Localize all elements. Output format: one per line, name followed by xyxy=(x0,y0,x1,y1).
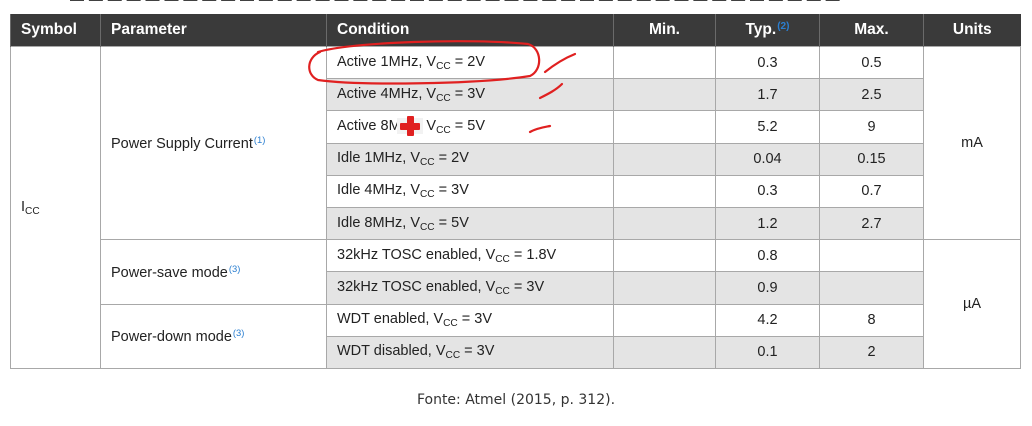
condition-cell: Idle 4MHz, VCC = 3V xyxy=(326,174,614,208)
footnote-ref: (3) xyxy=(228,262,241,274)
condition-cell: Idle 8MHz, VCC = 5V xyxy=(326,206,614,241)
min-cell xyxy=(613,174,716,208)
footnote-ref: (3) xyxy=(232,327,245,339)
symbol-cell: ICC xyxy=(10,46,101,369)
min-cell xyxy=(613,335,716,370)
typ-cell: 5.2 xyxy=(715,110,820,144)
min-cell xyxy=(613,271,716,305)
red-plus-cursor-icon xyxy=(400,116,420,136)
specification-table: Symbol Parameter Condition Min. Typ.(2) … xyxy=(10,14,1021,370)
cropped-text-strip: — — — — — — — — — — — — — — — — — — — — … xyxy=(0,0,1032,8)
condition-cell: Active 4MHz, VCC = 3V xyxy=(326,78,614,112)
condition-cell: Active 1MHz, VCC = 2V xyxy=(326,45,614,80)
max-cell: 0.5 xyxy=(819,45,924,80)
table-row: ICC Power Supply Current(1) Active 1MHz,… xyxy=(10,45,1021,369)
min-cell xyxy=(613,142,716,176)
parameter-label: Power-down mode xyxy=(111,329,232,346)
min-cell xyxy=(613,206,716,241)
min-cell xyxy=(613,78,716,112)
max-cell: 8 xyxy=(819,303,924,337)
header-parameter: Parameter xyxy=(100,14,327,47)
header-symbol: Symbol xyxy=(10,14,101,47)
typ-cell: 0.9 xyxy=(715,271,820,305)
footnote-ref: (1) xyxy=(253,134,266,146)
typ-cell: 0.04 xyxy=(715,142,820,176)
condition-cell: Active 8MHz, VCC = 5V xyxy=(326,110,614,144)
parameter-label: Power Supply Current xyxy=(111,136,253,153)
typ-cell: 4.2 xyxy=(715,303,820,337)
condition-cell: WDT enabled, VCC = 3V xyxy=(326,303,614,337)
header-typ-label: Typ. xyxy=(745,21,777,38)
condition-cell: 32kHz TOSC enabled, VCC = 3V xyxy=(326,271,614,305)
header-row: Symbol Parameter Condition Min. Typ.(2) … xyxy=(10,14,1021,47)
parameter-label: Power-save mode xyxy=(111,264,228,281)
symbol-sub: CC xyxy=(25,205,40,217)
typ-cell: 0.3 xyxy=(715,174,820,208)
max-cell: 0.15 xyxy=(819,142,924,176)
condition-cell: 32kHz TOSC enabled, VCC = 1.8V xyxy=(326,239,614,273)
header-condition: Condition xyxy=(326,14,614,47)
header-typ-note: (2) xyxy=(777,21,790,32)
typ-cell: 0.1 xyxy=(715,335,820,370)
units-cell-ua: µA xyxy=(923,239,1021,369)
typ-cell: 0.3 xyxy=(715,45,820,80)
parameter-cell-power-supply: Power Supply Current(1) xyxy=(100,45,327,241)
table-row: Power-save mode(3) 32kHz TOSC enabled, V… xyxy=(11,239,1021,369)
min-cell xyxy=(613,239,716,273)
source-caption: Fonte: Atmel (2015, p. 312). xyxy=(416,392,616,408)
condition-cell: WDT disabled, VCC = 3V xyxy=(326,335,614,370)
typ-cell: 0.8 xyxy=(715,239,820,273)
max-cell: 2.7 xyxy=(819,206,924,241)
max-cell: 9 xyxy=(819,110,924,144)
max-cell: 2.5 xyxy=(819,78,924,112)
units-cell-ma: mA xyxy=(923,45,1021,241)
header-min: Min. xyxy=(613,14,716,47)
min-cell xyxy=(613,303,716,337)
header-units: Units xyxy=(923,14,1021,47)
max-cell: 2 xyxy=(819,335,924,370)
header-typ: Typ.(2) xyxy=(715,14,820,47)
max-cell: 0.7 xyxy=(819,174,924,208)
header-max: Max. xyxy=(819,14,924,47)
max-cell xyxy=(819,239,924,273)
table-row: Power-down mode(3) WDT enabled, VCC = 3V… xyxy=(11,303,1021,369)
typ-cell: 1.2 xyxy=(715,206,820,241)
max-cell xyxy=(819,271,924,305)
parameter-cell-power-down: Power-down mode(3) xyxy=(100,303,327,369)
min-cell xyxy=(613,45,716,80)
min-cell xyxy=(613,110,716,144)
condition-cell: Idle 1MHz, VCC = 2V xyxy=(326,142,614,176)
parameter-cell-power-save: Power-save mode(3) xyxy=(100,239,327,305)
typ-cell: 1.7 xyxy=(715,78,820,112)
